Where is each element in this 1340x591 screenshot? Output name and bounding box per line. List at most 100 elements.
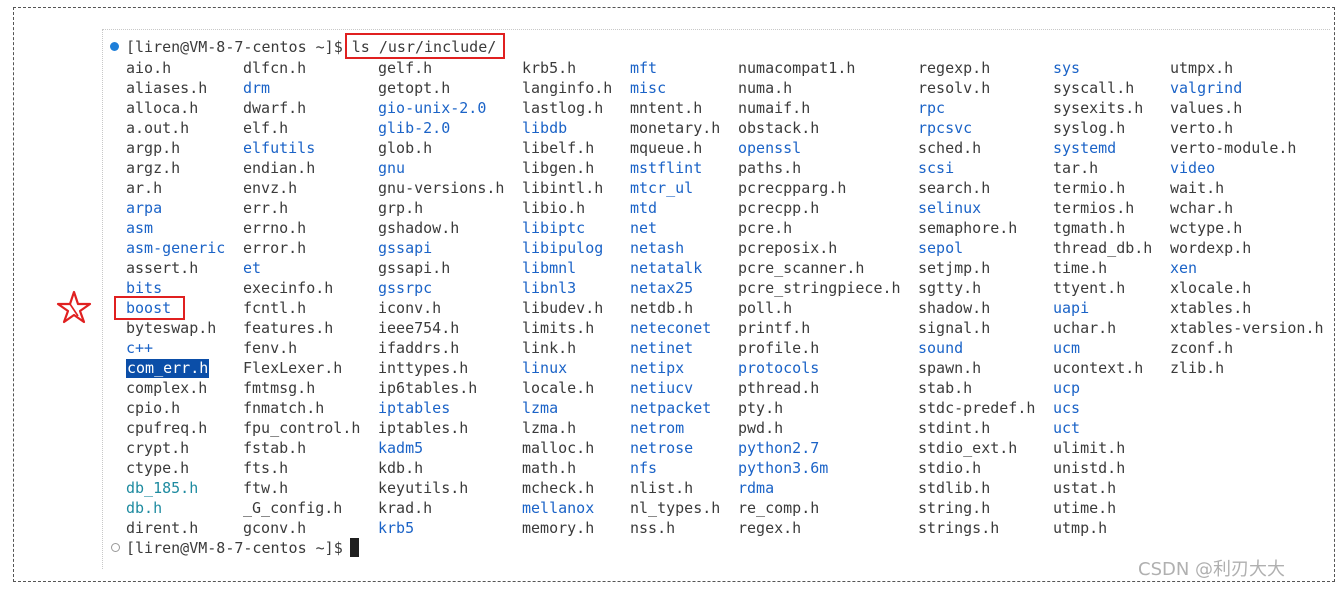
file-entry[interactable]: iptables.h (378, 418, 504, 438)
file-entry[interactable]: alloca.h (126, 98, 225, 118)
file-entry[interactable]: dwarf.h (243, 98, 360, 118)
directory-entry[interactable]: netatalk (630, 258, 720, 278)
file-entry[interactable]: envz.h (243, 178, 360, 198)
file-entry[interactable]: err.h (243, 198, 360, 218)
file-entry[interactable]: stdint.h (918, 418, 1035, 438)
file-entry[interactable]: errno.h (243, 218, 360, 238)
file-entry[interactable]: fnmatch.h (243, 398, 360, 418)
directory-entry[interactable]: rpc (918, 98, 1035, 118)
directory-entry[interactable]: libdb (522, 118, 612, 138)
file-entry[interactable]: krb5.h (522, 58, 612, 78)
file-entry[interactable]: zconf.h (1170, 338, 1324, 358)
file-entry[interactable]: pcrecpparg.h (738, 178, 901, 198)
directory-entry[interactable]: uct (1053, 418, 1152, 438)
file-entry[interactable]: stdlib.h (918, 478, 1035, 498)
file-entry[interactable]: math.h (522, 458, 612, 478)
file-entry[interactable]: sched.h (918, 138, 1035, 158)
file-entry[interactable]: mcheck.h (522, 478, 612, 498)
file-entry[interactable]: lzma.h (522, 418, 612, 438)
directory-entry[interactable]: asm-generic (126, 238, 225, 258)
file-entry[interactable]: printf.h (738, 318, 901, 338)
directory-entry[interactable]: gnu (378, 158, 504, 178)
file-entry[interactable]: ttyent.h (1053, 278, 1152, 298)
file-entry[interactable]: ftw.h (243, 478, 360, 498)
file-entry[interactable]: ieee754.h (378, 318, 504, 338)
file-entry[interactable]: numaif.h (738, 98, 901, 118)
symlink-entry[interactable]: db_185.h (126, 478, 225, 498)
file-entry[interactable]: xlocale.h (1170, 278, 1324, 298)
file-entry[interactable]: wctype.h (1170, 218, 1324, 238)
directory-entry[interactable]: libipulog (522, 238, 612, 258)
directory-entry[interactable]: netinet (630, 338, 720, 358)
symlink-entry[interactable]: db.h (126, 498, 225, 518)
file-entry[interactable]: cpio.h (126, 398, 225, 418)
file-entry[interactable]: memory.h (522, 518, 612, 538)
file-entry[interactable]: regex.h (738, 518, 901, 538)
file-entry[interactable]: byteswap.h (126, 318, 225, 338)
file-entry[interactable]: ip6tables.h (378, 378, 504, 398)
file-entry[interactable]: complex.h (126, 378, 225, 398)
file-entry[interactable]: libgen.h (522, 158, 612, 178)
file-entry[interactable]: iconv.h (378, 298, 504, 318)
directory-entry[interactable]: mtd (630, 198, 720, 218)
file-entry[interactable]: pcre_scanner.h (738, 258, 901, 278)
file-entry[interactable]: paths.h (738, 158, 901, 178)
file-entry[interactable]: gshadow.h (378, 218, 504, 238)
file-entry[interactable]: pty.h (738, 398, 901, 418)
file-entry[interactable]: semaphore.h (918, 218, 1035, 238)
file-entry[interactable]: tar.h (1053, 158, 1152, 178)
directory-entry[interactable]: libmnl (522, 258, 612, 278)
directory-entry[interactable]: sound (918, 338, 1035, 358)
file-entry[interactable]: features.h (243, 318, 360, 338)
file-entry[interactable]: cpufreq.h (126, 418, 225, 438)
directory-entry[interactable]: netiucv (630, 378, 720, 398)
file-entry[interactable]: inttypes.h (378, 358, 504, 378)
file-entry[interactable]: wchar.h (1170, 198, 1324, 218)
file-entry[interactable]: spawn.h (918, 358, 1035, 378)
file-entry[interactable]: stdio_ext.h (918, 438, 1035, 458)
directory-entry[interactable]: sys (1053, 58, 1152, 78)
file-entry[interactable]: sgtty.h (918, 278, 1035, 298)
directory-entry[interactable]: misc (630, 78, 720, 98)
file-entry[interactable]: krad.h (378, 498, 504, 518)
file-entry[interactable]: argp.h (126, 138, 225, 158)
directory-entry[interactable]: uapi (1053, 298, 1152, 318)
directory-entry[interactable]: ucs (1053, 398, 1152, 418)
directory-entry[interactable]: valgrind (1170, 78, 1324, 98)
file-entry[interactable]: pcreposix.h (738, 238, 901, 258)
file-entry[interactable]: nss.h (630, 518, 720, 538)
selected-file-entry[interactable]: com_err.h (126, 358, 225, 378)
file-entry[interactable]: fmtmsg.h (243, 378, 360, 398)
file-entry[interactable]: netdb.h (630, 298, 720, 318)
file-entry[interactable]: stab.h (918, 378, 1035, 398)
terminal-cursor[interactable] (350, 538, 359, 557)
directory-entry[interactable]: openssl (738, 138, 901, 158)
file-entry[interactable]: endian.h (243, 158, 360, 178)
file-entry[interactable]: pwd.h (738, 418, 901, 438)
file-entry[interactable]: shadow.h (918, 298, 1035, 318)
file-entry[interactable]: assert.h (126, 258, 225, 278)
directory-entry[interactable]: glib-2.0 (378, 118, 504, 138)
file-entry[interactable]: fcntl.h (243, 298, 360, 318)
file-entry[interactable]: pcre_stringpiece.h (738, 278, 901, 298)
directory-entry[interactable]: netrom (630, 418, 720, 438)
file-entry[interactable]: nl_types.h (630, 498, 720, 518)
directory-entry[interactable]: python2.7 (738, 438, 901, 458)
file-entry[interactable]: dirent.h (126, 518, 225, 538)
directory-entry[interactable]: systemd (1053, 138, 1152, 158)
file-entry[interactable]: signal.h (918, 318, 1035, 338)
directory-entry[interactable]: neteconet (630, 318, 720, 338)
file-entry[interactable]: gnu-versions.h (378, 178, 504, 198)
file-entry[interactable]: wordexp.h (1170, 238, 1324, 258)
directory-entry[interactable]: gssapi (378, 238, 504, 258)
file-entry[interactable]: stdc-predef.h (918, 398, 1035, 418)
directory-entry[interactable]: elfutils (243, 138, 360, 158)
file-entry[interactable]: FlexLexer.h (243, 358, 360, 378)
command-success-dot[interactable] (110, 42, 119, 51)
directory-entry[interactable]: mellanox (522, 498, 612, 518)
file-entry[interactable]: fstab.h (243, 438, 360, 458)
file-entry[interactable]: elf.h (243, 118, 360, 138)
file-entry[interactable]: numa.h (738, 78, 901, 98)
file-entry[interactable]: fenv.h (243, 338, 360, 358)
file-entry[interactable]: gelf.h (378, 58, 504, 78)
